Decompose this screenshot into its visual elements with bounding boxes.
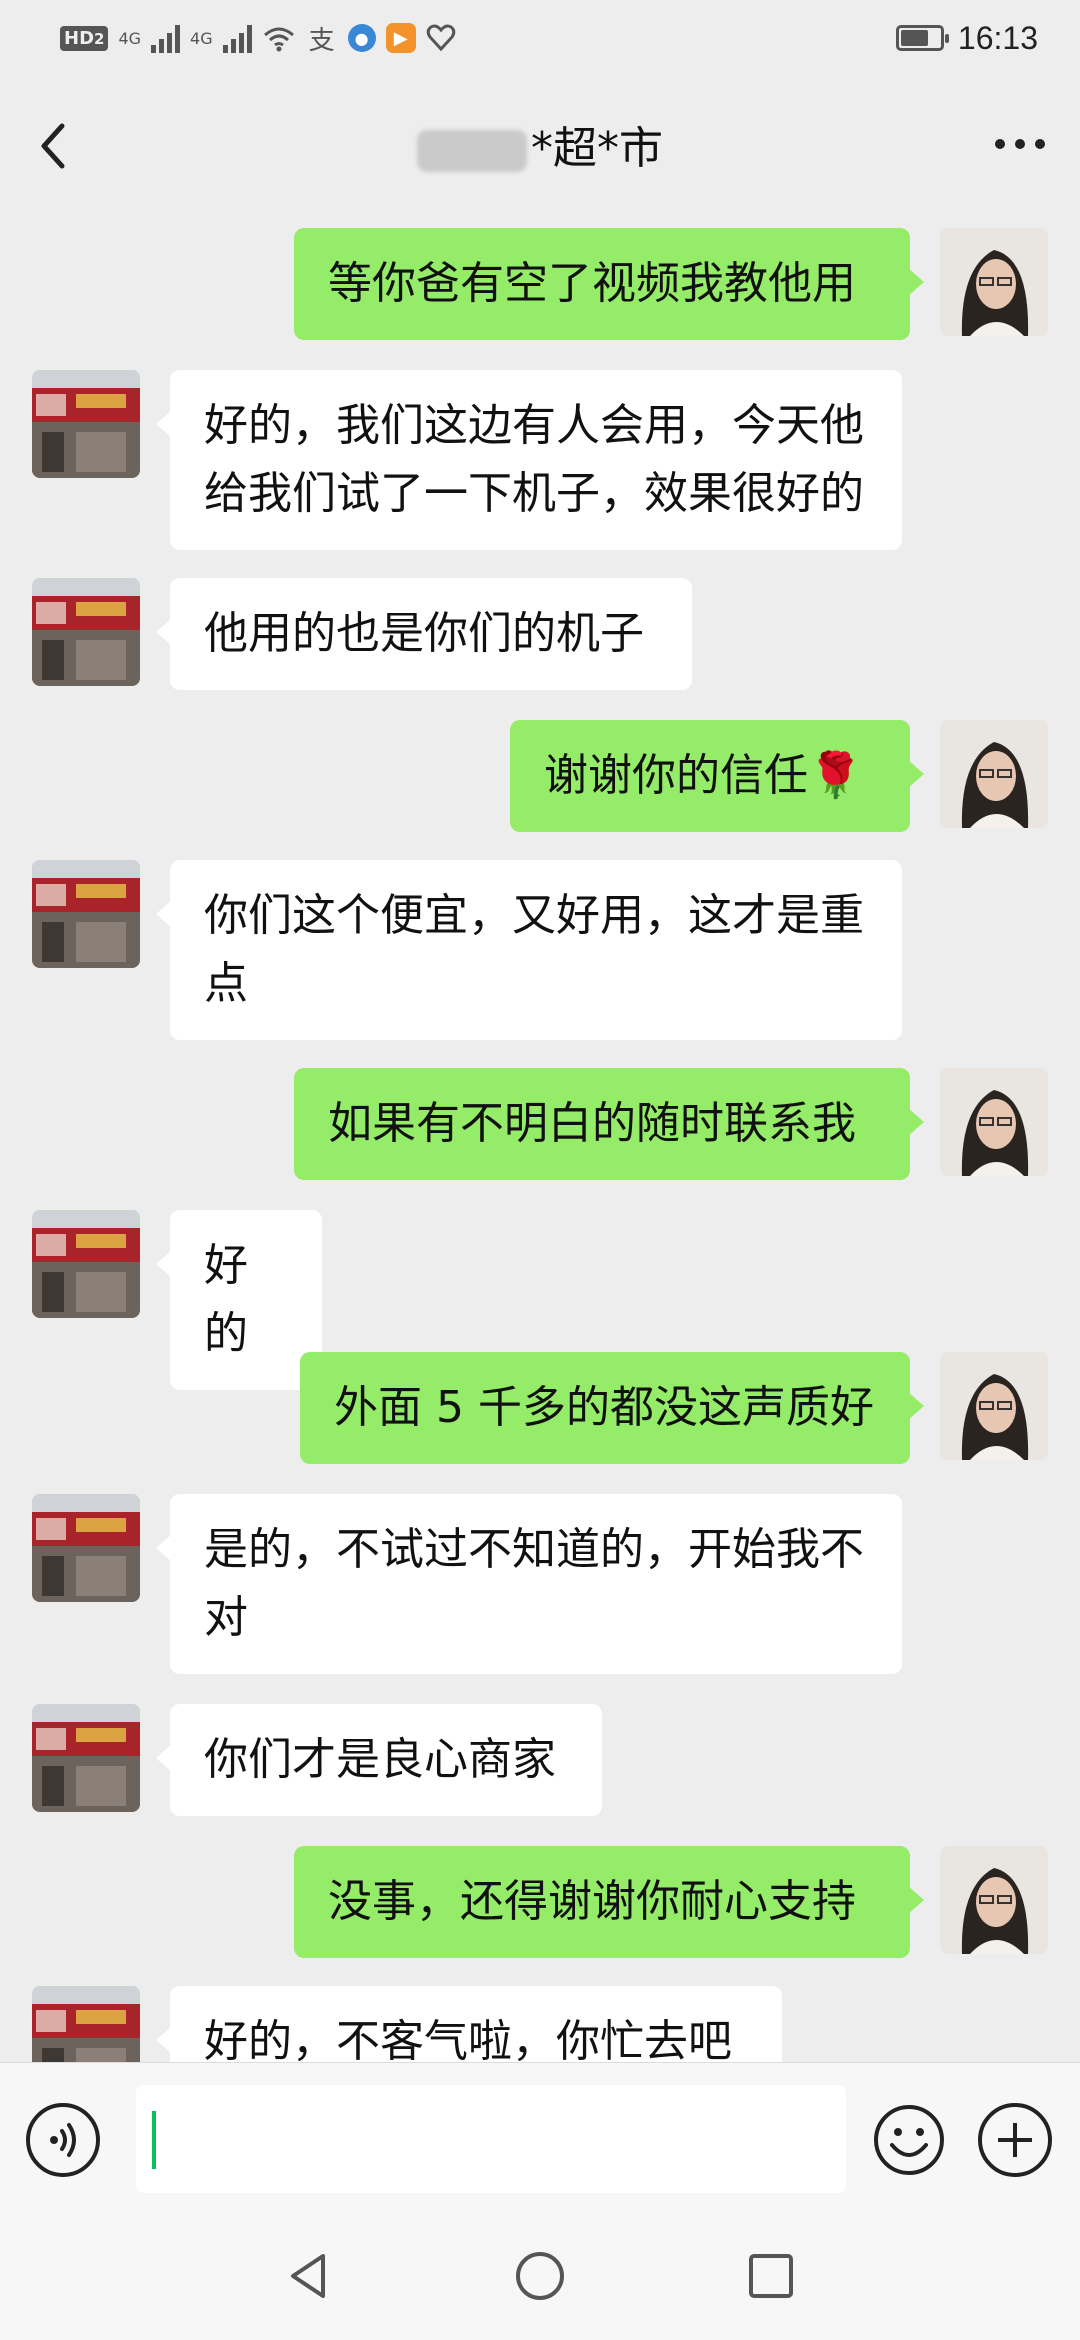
browser-icon: ● [347, 24, 376, 52]
alipay-icon: 支 [308, 25, 335, 56]
status-icons-left: HD2 4G 4G 支 ● ▶ [60, 18, 456, 58]
home-circle-icon[interactable] [510, 2246, 570, 2306]
signal-icon [222, 23, 252, 53]
redacted-name [417, 130, 527, 172]
contact-avatar[interactable] [32, 1704, 140, 1812]
network-type-label: 4G [190, 28, 213, 48]
more-dots-icon[interactable] [990, 124, 1050, 164]
recents-square-icon[interactable] [741, 2246, 801, 2306]
contact-message-bubble[interactable]: 是的，不试过不知道的，开始我不对 [156, 1494, 902, 1674]
my-avatar[interactable] [940, 1846, 1048, 1954]
contact-message-bubble[interactable]: 好的，我们这边有人会用，今天他给我们试了一下机子，效果很好的 [156, 370, 902, 550]
contact-message-bubble[interactable]: 你们这个便宜，又好用，这才是重点 [156, 860, 902, 1040]
my-avatar[interactable] [940, 1068, 1048, 1176]
contact-message-bubble[interactable]: 他用的也是你们的机子 [156, 578, 692, 690]
plus-icon[interactable] [978, 2103, 1052, 2177]
input-bar [0, 2062, 1080, 2213]
status-bar: HD2 4G 4G 支 ● ▶ 16:13 [0, 0, 1080, 76]
contact-avatar[interactable] [32, 578, 140, 686]
network-type-label: 4G [118, 28, 142, 48]
contact-message-bubble[interactable]: 你们才是良心商家 [156, 1704, 602, 1816]
my-avatar[interactable] [940, 1352, 1048, 1460]
my-message-bubble[interactable]: 等你爸有空了视频我教他用 [294, 228, 924, 340]
video-icon: ▶ [385, 23, 416, 53]
clock: 16:13 [957, 19, 1038, 56]
emoji-icon[interactable] [872, 2103, 946, 2177]
chat-header: *超*市 [0, 76, 1080, 206]
signal-icon [151, 23, 181, 53]
back-triangle-icon[interactable] [279, 2246, 339, 2306]
heart-icon [426, 24, 455, 52]
battery-icon [895, 25, 949, 51]
message-input[interactable] [136, 2085, 846, 2193]
voice-icon[interactable] [26, 2103, 100, 2177]
text-caret [152, 2111, 156, 2169]
my-message-bubble[interactable]: 谢谢你的信任🌹 [510, 720, 924, 832]
page-title: *超*市 [0, 112, 1080, 176]
my-avatar[interactable] [940, 720, 1048, 828]
hd-icon: HD2 [60, 25, 109, 51]
contact-avatar[interactable] [32, 860, 140, 968]
status-icons-right: 16:13 [895, 18, 1038, 58]
system-nav-bar [0, 2212, 1080, 2340]
contact-avatar[interactable] [32, 1494, 140, 1602]
wifi-icon [263, 27, 294, 52]
my-message-bubble[interactable]: 如果有不明白的随时联系我 [294, 1068, 924, 1180]
contact-avatar[interactable] [32, 1210, 140, 1318]
my-message-bubble[interactable]: 外面 5 千多的都没这声质好 [300, 1352, 924, 1464]
my-message-bubble[interactable]: 没事，还得谢谢你耐心支持 [294, 1846, 924, 1958]
chat-title-text: *超*市 [531, 123, 663, 174]
my-avatar[interactable] [940, 228, 1048, 336]
contact-avatar[interactable] [32, 370, 140, 478]
